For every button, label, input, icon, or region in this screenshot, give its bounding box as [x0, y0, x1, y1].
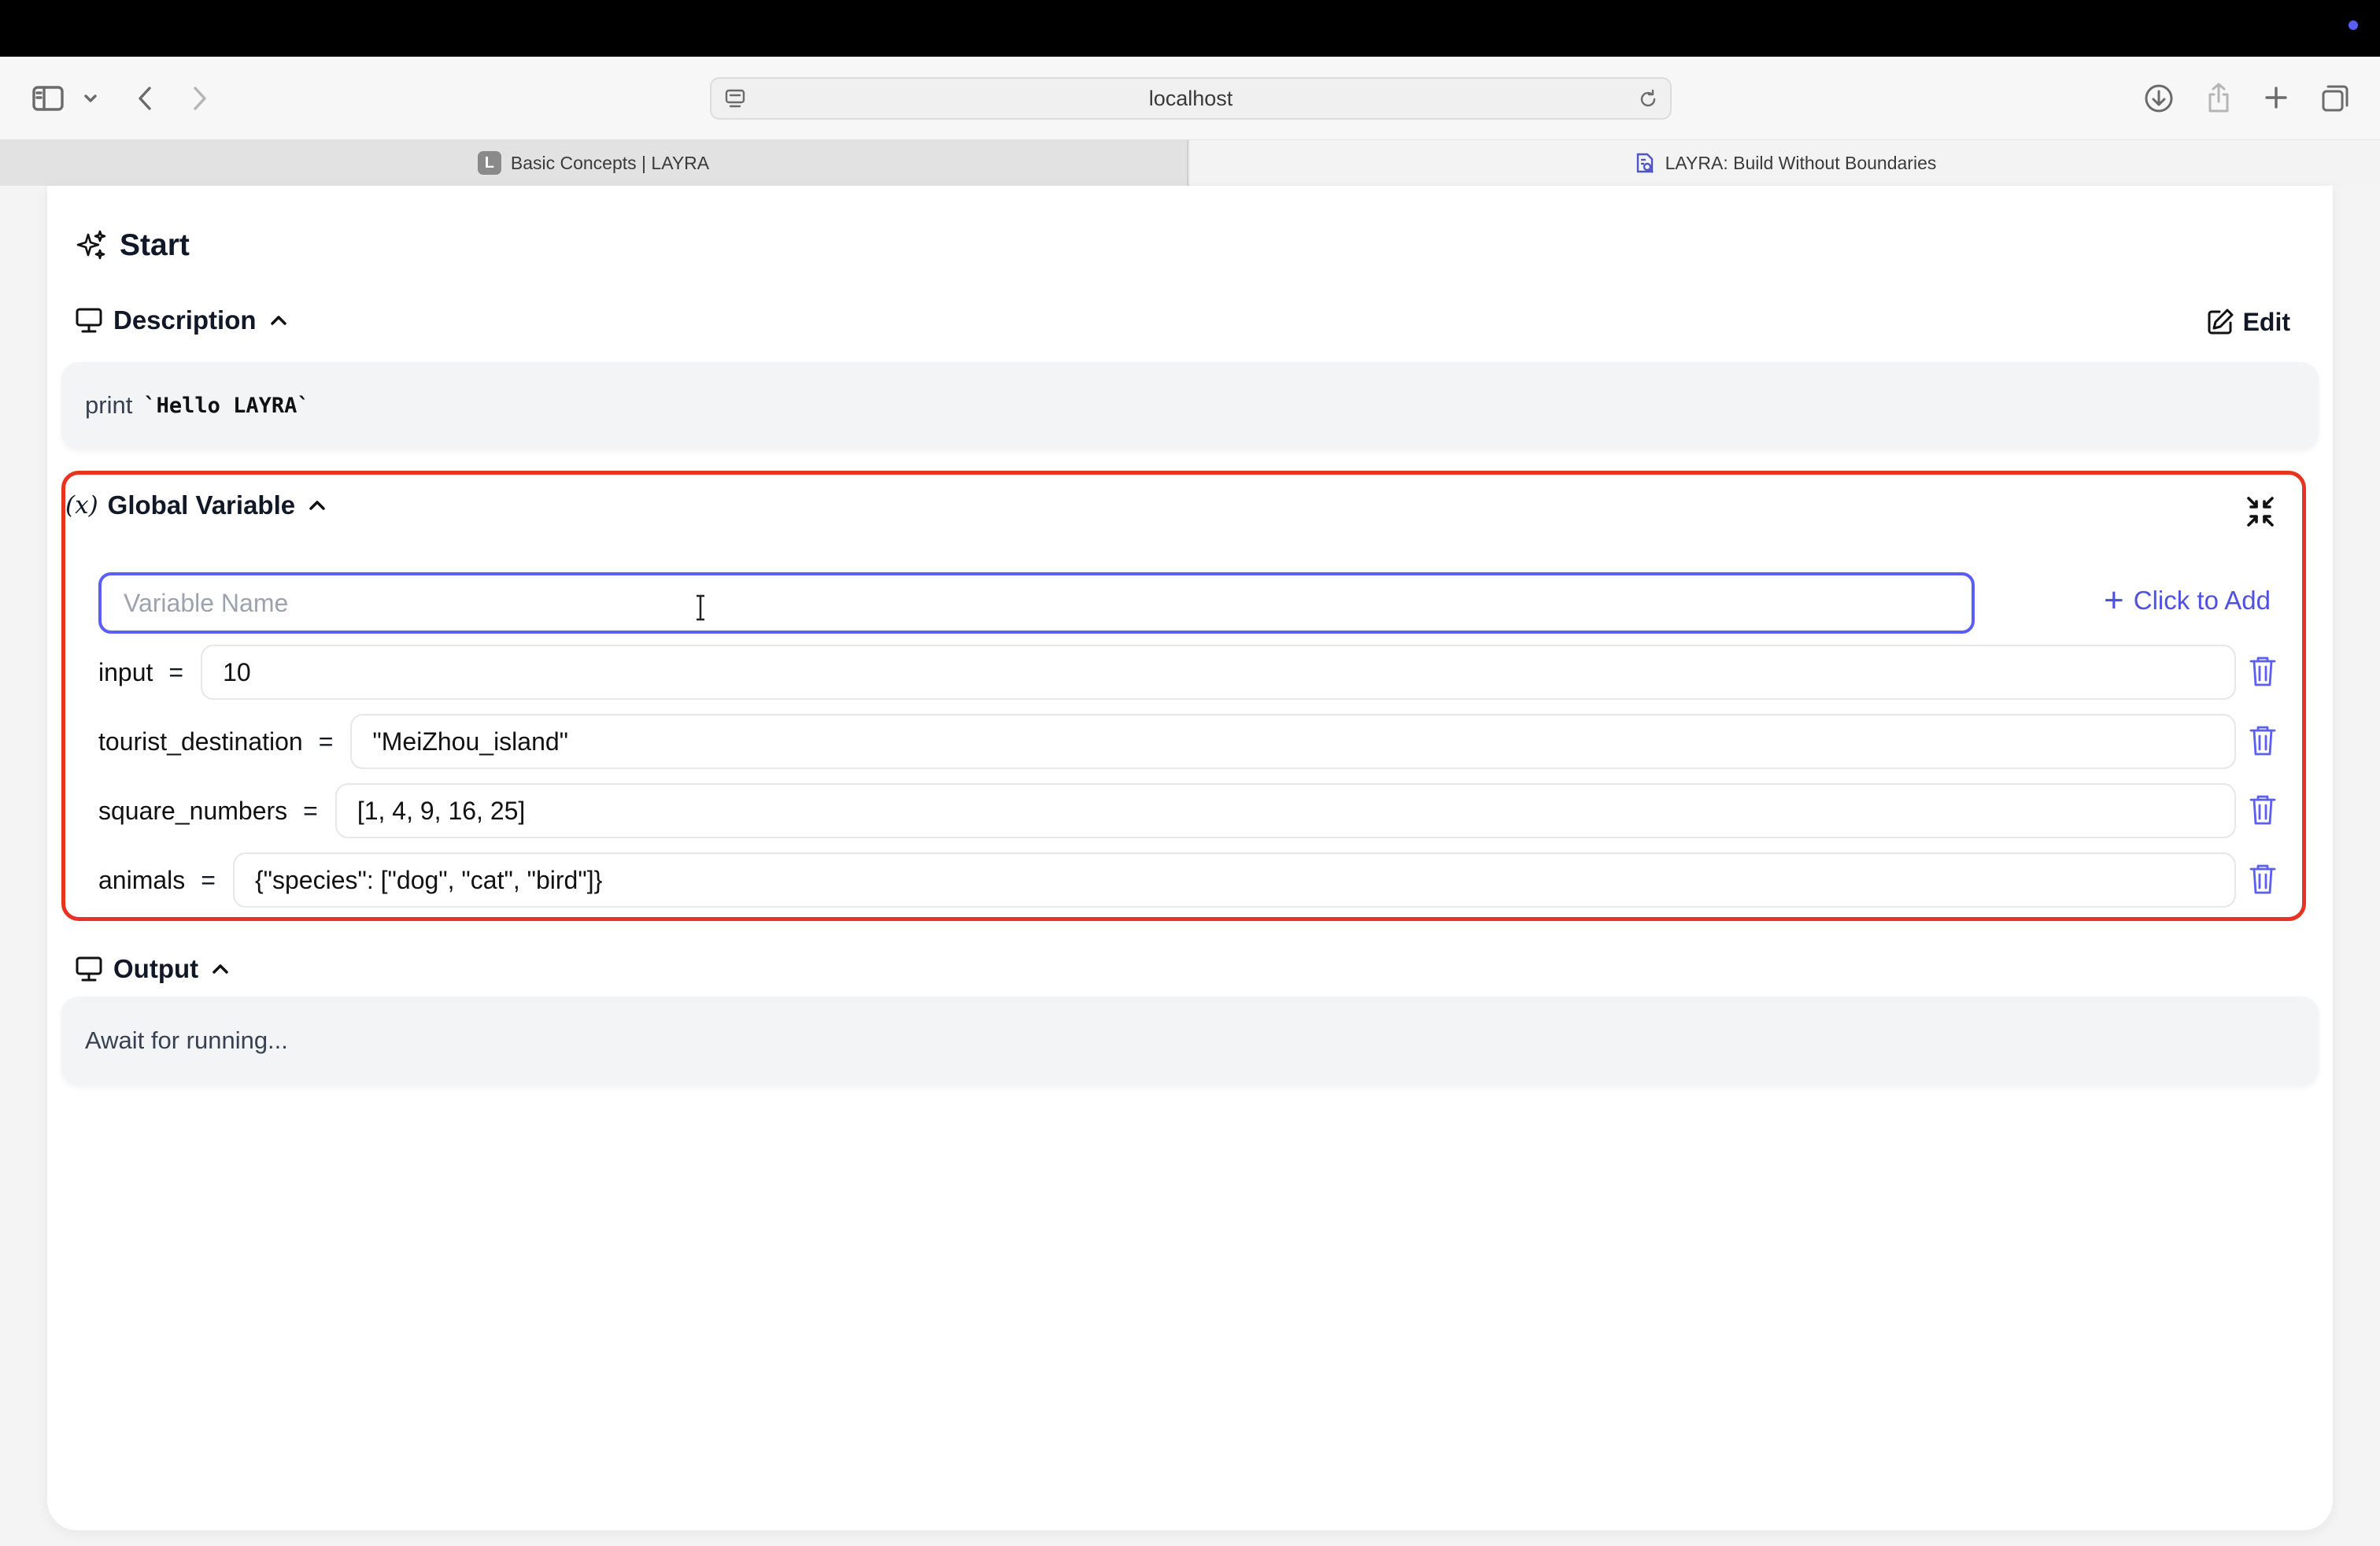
sidebar-toggle-icon[interactable] [30, 80, 66, 117]
status-dot-icon [2349, 20, 2358, 30]
equals-sign: = [201, 865, 216, 894]
output-text: Await for running... [85, 1026, 288, 1054]
trash-icon[interactable] [2247, 862, 2278, 897]
layra-favicon-icon: L [477, 151, 501, 175]
tab-bar: L Basic Concepts | LAYRA LAYRA: Build Wi… [0, 140, 2380, 186]
chevron-up-icon[interactable] [211, 958, 233, 980]
chevron-down-icon[interactable] [80, 87, 101, 110]
chevron-up-icon[interactable] [269, 309, 291, 331]
equals-sign: = [168, 657, 184, 686]
global-variable-section: (x) Global Variable + Click to Add input [61, 471, 2306, 921]
variable-value-input[interactable]: "MeiZhou_island" [350, 714, 2236, 769]
sparkles-icon [76, 230, 106, 260]
reload-icon[interactable] [1635, 87, 1661, 112]
download-icon[interactable] [2141, 80, 2177, 117]
browser-toolbar: localhost [0, 57, 2380, 140]
node-config-card: Start Description Edit print `Hello LAYR… [47, 186, 2333, 1530]
variable-value-input[interactable]: [1, 4, 9, 16, 25] [334, 783, 2236, 838]
add-variable-label: Click to Add [2133, 586, 2271, 615]
edit-label: Edit [2242, 307, 2290, 336]
address-bar[interactable]: localhost [710, 77, 1672, 120]
variable-name: input [98, 657, 153, 686]
monitor-icon [74, 954, 104, 984]
trash-icon[interactable] [2247, 723, 2278, 758]
add-variable-button[interactable]: + Click to Add [2104, 583, 2271, 618]
new-tab-icon[interactable] [2259, 80, 2293, 115]
variable-icon: (x) [65, 491, 98, 520]
description-panel: print `Hello LAYRA` [61, 362, 2319, 449]
tab-layra-build[interactable]: LAYRA: Build Without Boundaries [1190, 140, 2380, 186]
trash-icon[interactable] [2247, 793, 2278, 827]
variable-row: square_numbers = [1, 4, 9, 16, 25] [98, 783, 2236, 838]
monitor-icon [74, 305, 104, 335]
forward-arrow-icon[interactable] [186, 82, 214, 115]
equals-sign: = [318, 727, 334, 756]
share-icon[interactable] [2201, 79, 2237, 117]
global-variable-header[interactable]: (x) Global Variable [65, 490, 330, 520]
variable-name: tourist_destination [98, 727, 303, 756]
tab-overview-icon[interactable] [2317, 80, 2353, 117]
trash-icon[interactable] [2247, 654, 2278, 689]
variable-row: input = 10 [98, 645, 2236, 700]
variable-value-input[interactable]: 10 [201, 645, 2236, 700]
output-label: Output [113, 954, 199, 983]
global-variable-label: Global Variable [107, 490, 296, 520]
variable-row: tourist_destination = "MeiZhou_island" [98, 714, 2236, 769]
node-title: Start [120, 228, 190, 262]
output-header[interactable]: Output [74, 954, 233, 984]
equals-sign: = [303, 796, 318, 825]
pencil-square-icon [2208, 309, 2234, 335]
output-panel: Await for running... [61, 997, 2319, 1085]
tab-basic-concepts[interactable]: L Basic Concepts | LAYRA [0, 140, 1188, 186]
arrows-collapse-icon[interactable] [2244, 495, 2277, 528]
description-header[interactable]: Description [74, 305, 291, 335]
tab-label: Basic Concepts | LAYRA [510, 152, 710, 173]
back-arrow-icon[interactable] [131, 82, 159, 115]
description-code: `Hello LAYRA` [143, 393, 310, 418]
chevron-up-icon[interactable] [308, 494, 330, 516]
edit-button[interactable]: Edit [2205, 307, 2290, 337]
node-title-row: Start [74, 225, 190, 266]
url-text: localhost [1148, 86, 1233, 110]
description-label: Description [113, 305, 257, 335]
document-search-icon [1634, 152, 1656, 174]
text-cursor-icon [695, 594, 706, 621]
variable-row: animals = {"species": ["dog", "cat", "bi… [98, 853, 2236, 908]
menu-bar [0, 0, 2380, 57]
tab-label: LAYRA: Build Without Boundaries [1665, 152, 1937, 173]
plus-icon: + [2104, 581, 2124, 620]
variable-name-input[interactable] [98, 572, 1975, 634]
variable-name: square_numbers [98, 796, 288, 825]
variable-name: animals [98, 865, 186, 894]
description-prefix: print [85, 391, 133, 419]
variable-value-input[interactable]: {"species": ["dog", "cat", "bird"]} [232, 853, 2236, 908]
